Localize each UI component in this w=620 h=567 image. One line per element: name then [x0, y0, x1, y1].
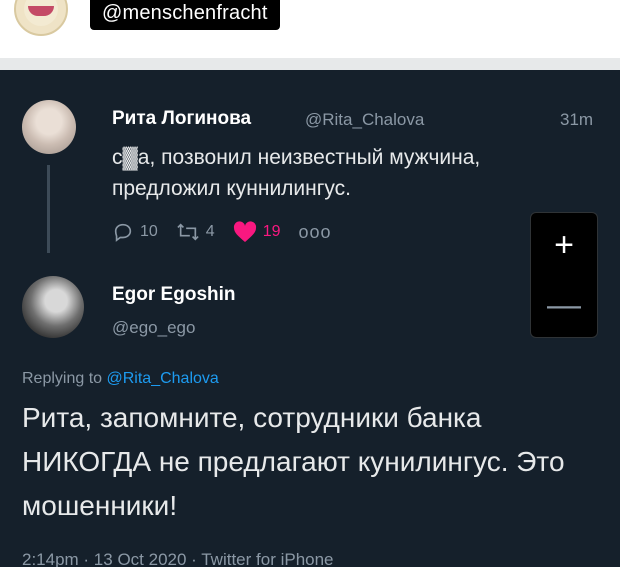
more-action[interactable]: ooo	[299, 222, 332, 243]
parent-actions: 10 4 19 ooo	[112, 218, 350, 246]
retweet-action[interactable]: 4	[176, 221, 215, 243]
reply-icon	[114, 223, 132, 242]
parent-avatar[interactable]	[22, 100, 76, 154]
zoom-out-button[interactable]: —	[531, 277, 597, 333]
like-action[interactable]: 19	[233, 221, 281, 243]
watermark-handle: @menschenfracht	[90, 0, 280, 30]
more-icon: ooo	[298, 221, 332, 242]
separator	[0, 58, 620, 70]
parent-timestamp[interactable]: 31m	[560, 110, 593, 130]
reply-tweet-text: Рита, запомните, сотрудники банка НИКОГД…	[22, 402, 565, 521]
replying-to-line: Replying to @Rita_Chalova	[22, 370, 219, 388]
zoom-in-button[interactable]: +	[531, 217, 597, 273]
replying-prefix: Replying to	[22, 370, 103, 387]
parent-author-name[interactable]: Рита Логинова	[112, 108, 251, 130]
tweet-screenshot: Рита Логинова @Rita_Chalova 31m с▓а, поз…	[0, 70, 620, 567]
like-count: 19	[262, 223, 281, 240]
reply-author-name[interactable]: Egor Egoshin	[112, 284, 236, 306]
reply-avatar[interactable]	[22, 276, 84, 338]
zoom-controls: + —	[530, 212, 598, 338]
tweet-meta-footer: 2:14pm · 13 Oct 2020 · Twitter for iPhon…	[22, 550, 334, 567]
thread-line	[47, 165, 50, 253]
replying-to-link[interactable]: @Rita_Chalova	[107, 370, 219, 387]
parent-tweet-text: с▓а, позвонил неизвестный мужчина, предл…	[112, 146, 481, 200]
parent-author-username[interactable]: @Rita_Chalova	[305, 110, 424, 130]
reply-count: 10	[140, 223, 158, 240]
profile-avatar[interactable]	[14, 0, 68, 36]
retweet-count: 4	[205, 223, 215, 240]
reply-author-username[interactable]: @ego_ego	[112, 318, 195, 338]
retweet-icon	[177, 223, 199, 241]
top-bar: @menschenfracht	[0, 0, 620, 58]
heart-icon	[233, 221, 256, 242]
reply-action[interactable]: 10	[112, 221, 158, 243]
